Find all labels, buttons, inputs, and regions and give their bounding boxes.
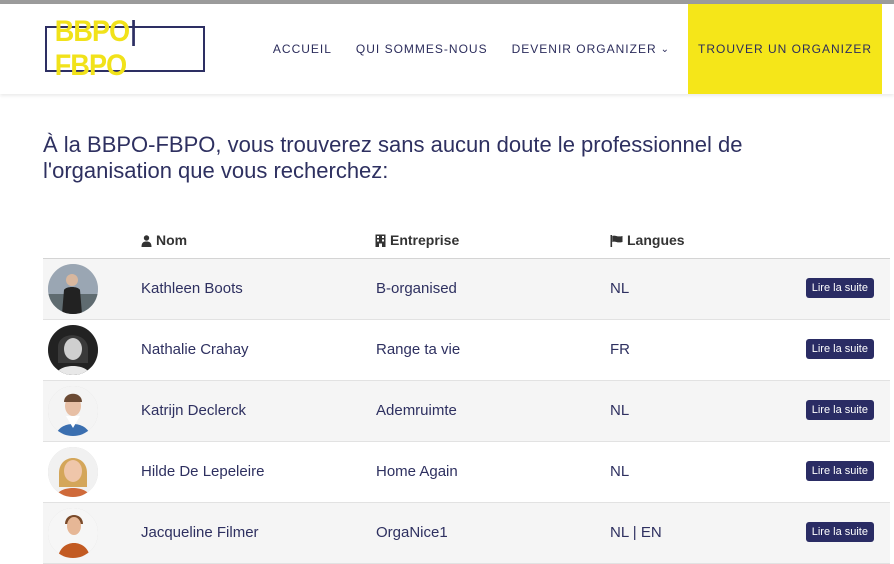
chevron-down-icon: ⌄ xyxy=(660,44,670,55)
nav-item-label: DEVENIR ORGANIZER xyxy=(511,42,657,56)
read-more-button[interactable]: Lire la suite xyxy=(805,400,874,420)
site-logo[interactable]: BBPOFBPO xyxy=(45,15,205,82)
organizer-name[interactable]: Katrijn Declerck xyxy=(141,402,246,419)
read-more-button[interactable]: Lire la suite xyxy=(805,339,874,359)
table-row: Jacqueline Filmer OrgaNice1 NL | EN Lire… xyxy=(43,503,890,564)
logo-text: BBPOFBPO xyxy=(55,15,195,83)
avatar xyxy=(48,447,98,497)
main-nav: ACCUEIL QUI SOMMES-NOUS DEVENIR ORGANIZE… xyxy=(249,4,882,94)
organizer-company: B-organised xyxy=(376,280,457,297)
organizer-company: Ademruimte xyxy=(376,402,457,419)
nav-item-label: QUI SOMMES-NOUS xyxy=(355,42,488,56)
read-more-button[interactable]: Lire la suite xyxy=(805,461,874,481)
table-header: Nom Entreprise Langues xyxy=(43,224,890,259)
table-row: Nathalie Crahay Range ta vie FR Lire la … xyxy=(43,320,890,381)
organizer-name[interactable]: Jacqueline Filmer xyxy=(141,524,259,541)
organizer-company: OrgaNice1 xyxy=(376,524,448,541)
intro-text: À la BBPO-FBPO, vous trouverez sans aucu… xyxy=(43,132,743,183)
read-more-button[interactable]: Lire la suite xyxy=(805,522,874,542)
table-row: Katrijn Declerck Ademruimte NL Lire la s… xyxy=(43,381,890,442)
column-header-label: Langues xyxy=(627,232,685,248)
organizer-name[interactable]: Nathalie Crahay xyxy=(141,341,249,358)
avatar xyxy=(48,264,98,314)
user-icon xyxy=(141,235,152,247)
column-header-languages[interactable]: Langues xyxy=(610,232,685,248)
nav-item-label: ACCUEIL xyxy=(272,42,332,56)
table-row: Hilde De Lepeleire Home Again NL Lire la… xyxy=(43,442,890,503)
column-header-name[interactable]: Nom xyxy=(141,232,187,248)
column-header-company[interactable]: Entreprise xyxy=(375,232,459,248)
organizer-languages: NL | EN xyxy=(610,524,662,541)
nav-item-qui-sommes-nous[interactable]: QUI SOMMES-NOUS xyxy=(356,42,488,56)
organizer-name[interactable]: Kathleen Boots xyxy=(141,280,243,297)
logo-separator xyxy=(131,20,135,47)
organizer-table: Nom Entreprise Langues Kathleen Boots B-… xyxy=(43,224,890,564)
logo-right-text: FBPO xyxy=(54,49,127,82)
organizer-languages: NL xyxy=(610,402,630,419)
nav-item-label: TROUVER UN ORGANIZER xyxy=(697,42,872,56)
nav-item-trouver-un-organizer[interactable]: TROUVER UN ORGANIZER xyxy=(688,4,882,94)
avatar xyxy=(48,386,98,436)
organizer-company: Home Again xyxy=(376,463,458,480)
column-header-label: Entreprise xyxy=(390,232,460,248)
table-row: Kathleen Boots B-organised NL Lire la su… xyxy=(43,259,890,320)
nav-item-devenir-organizer[interactable]: DEVENIR ORGANIZER ⌄ xyxy=(512,42,670,56)
avatar xyxy=(48,325,98,375)
logo-left-text: BBPO xyxy=(54,15,130,48)
organizer-languages: NL xyxy=(610,280,630,297)
nav-item-accueil[interactable]: ACCUEIL xyxy=(273,42,332,56)
organizer-company: Range ta vie xyxy=(376,341,461,358)
read-more-button[interactable]: Lire la suite xyxy=(805,278,874,298)
site-header: BBPOFBPO ACCUEIL QUI SOMMES-NOUS DEVENIR… xyxy=(0,4,894,94)
organizer-name[interactable]: Hilde De Lepeleire xyxy=(141,463,264,480)
avatar xyxy=(48,508,98,558)
column-header-label: Nom xyxy=(156,232,188,248)
building-icon xyxy=(375,234,386,247)
organizer-languages: NL xyxy=(610,463,630,480)
flag-icon xyxy=(610,235,623,247)
organizer-languages: FR xyxy=(610,341,630,358)
